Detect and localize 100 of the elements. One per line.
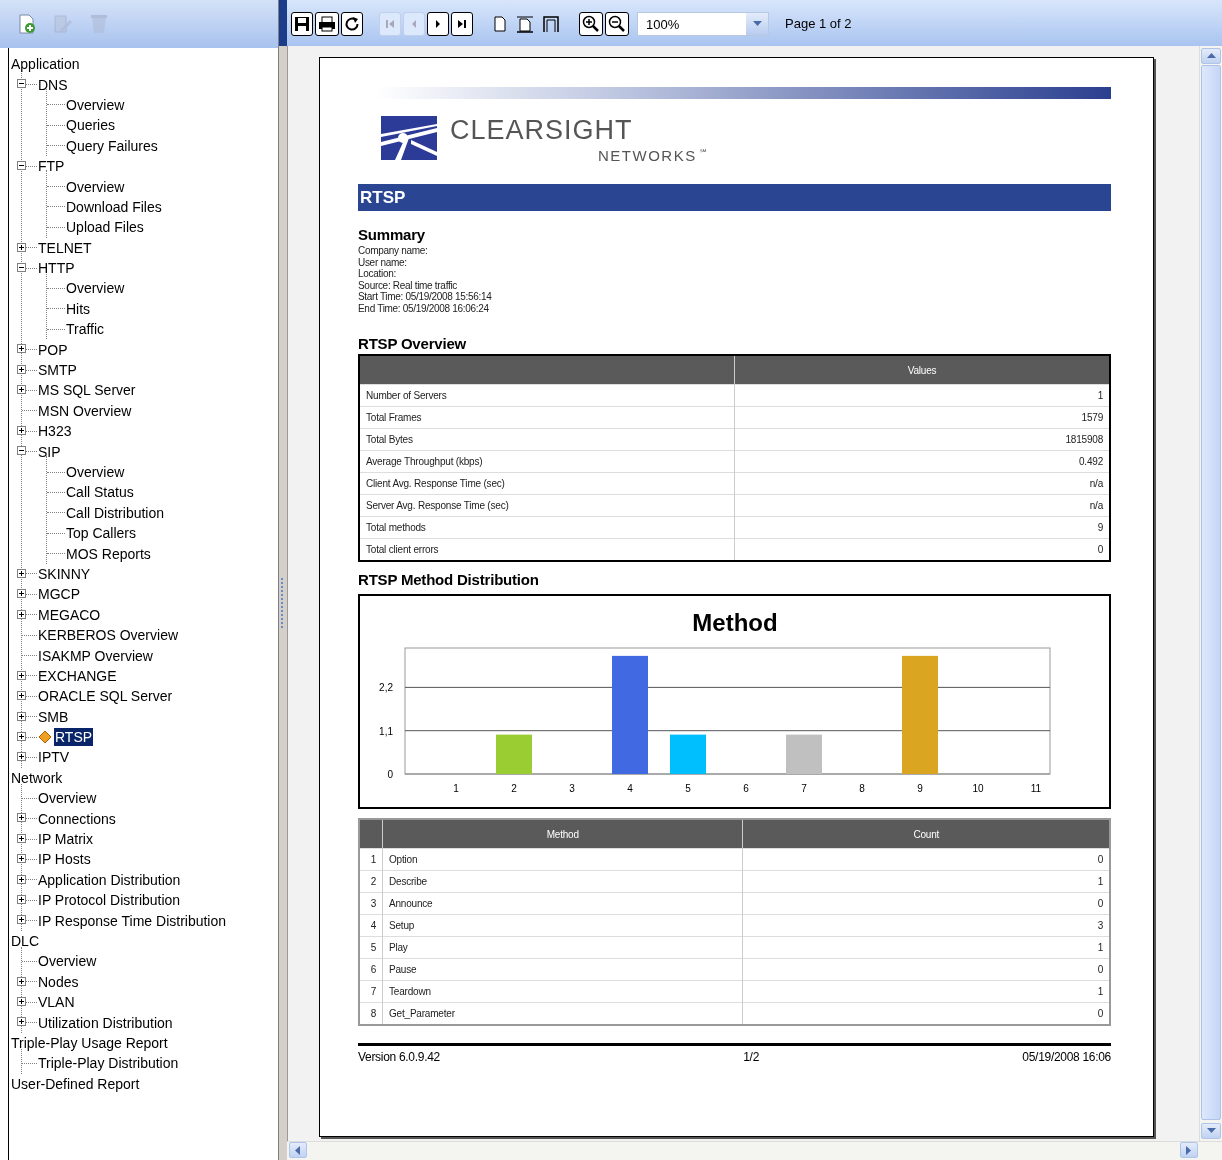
tree-item[interactable]: Overview <box>65 177 126 196</box>
tree-item[interactable]: Hits <box>65 299 92 318</box>
expand-icon[interactable] <box>17 895 26 904</box>
tree-item[interactable]: Upload Files <box>65 218 145 237</box>
tree-item[interactable]: Download Files <box>65 197 163 216</box>
tree-item[interactable]: MS SQL Server <box>37 381 137 400</box>
tree-item[interactable]: IP Response Time Distribution <box>37 911 228 930</box>
last-page-button[interactable] <box>451 12 473 36</box>
tree-item[interactable]: IP Matrix <box>37 830 94 849</box>
tree-item[interactable]: Overview <box>65 95 126 114</box>
tree-item[interactable]: Overview <box>65 279 126 298</box>
diamond-icon <box>38 730 52 745</box>
tree-item[interactable]: Queries <box>65 116 117 135</box>
tree-item[interactable]: ORACLE SQL Server <box>37 687 174 706</box>
tree-item[interactable]: DNS <box>37 75 69 94</box>
tree-item[interactable]: Overview <box>37 952 98 971</box>
tree-item[interactable]: Network <box>10 768 64 787</box>
tree-item[interactable]: SKINNY <box>37 564 92 583</box>
expand-icon[interactable] <box>17 813 26 823</box>
collapse-icon[interactable] <box>17 160 26 170</box>
save-button[interactable] <box>291 12 313 36</box>
tree-item[interactable]: Triple-Play Usage Report <box>10 1033 169 1052</box>
tree-item[interactable]: IPTV <box>37 748 71 767</box>
collapse-icon[interactable] <box>17 262 26 272</box>
expand-icon[interactable] <box>17 1017 26 1027</box>
summary-line: Company name: <box>358 245 429 257</box>
splitter-handle[interactable] <box>281 578 285 628</box>
expand-icon[interactable] <box>17 833 26 843</box>
expand-icon[interactable] <box>17 344 26 354</box>
expand-icon[interactable] <box>17 874 26 884</box>
tree-item[interactable]: EXCHANGE <box>37 666 118 685</box>
tree-item[interactable]: FTP <box>37 157 66 176</box>
expand-icon[interactable] <box>17 242 26 252</box>
expand-icon[interactable] <box>17 854 26 864</box>
tree-item[interactable]: User-Defined Report <box>10 1074 141 1093</box>
tree-item[interactable]: DLC <box>10 932 40 950</box>
new-report-button[interactable] <box>16 13 38 35</box>
vertical-scrollbar[interactable] <box>1199 46 1222 1141</box>
tree-item[interactable]: Query Failures <box>65 136 159 155</box>
collapse-icon[interactable] <box>17 79 26 89</box>
tree-item[interactable]: Connections <box>37 809 117 828</box>
tree-item[interactable]: Call Status <box>65 483 135 502</box>
tree-item[interactable]: VLAN <box>37 993 76 1012</box>
bar <box>786 734 822 774</box>
tree-item[interactable]: MEGACO <box>37 605 102 624</box>
tree-item[interactable]: KERBEROS Overview <box>37 626 180 645</box>
row-number: 1 <box>359 848 383 871</box>
axis-label: 5 <box>685 783 691 794</box>
expand-icon[interactable] <box>17 568 26 578</box>
expand-icon[interactable] <box>17 364 26 374</box>
zoom-out-button[interactable] <box>605 12 629 36</box>
tree-item[interactable]: IP Hosts <box>37 850 92 869</box>
expand-icon[interactable] <box>17 731 26 741</box>
expand-icon[interactable] <box>17 426 26 436</box>
expand-icon[interactable] <box>17 609 26 619</box>
tree-item[interactable]: SMTP <box>37 361 78 380</box>
collapse-icon[interactable] <box>17 446 26 456</box>
tree-item[interactable]: MGCP <box>37 585 81 604</box>
tree-item[interactable]: SIP <box>37 442 62 461</box>
tree-item[interactable]: MOS Reports <box>65 544 152 563</box>
summary-heading: Summary <box>358 226 426 243</box>
edit-icon <box>53 14 73 34</box>
table-cell: Server Avg. Response Time (sec) <box>359 494 735 517</box>
tree-item[interactable]: Top Callers <box>65 524 138 543</box>
expand-icon[interactable] <box>17 385 26 395</box>
expand-icon[interactable] <box>17 976 26 986</box>
next-page-button[interactable] <box>427 12 449 36</box>
tree-item[interactable]: HTTP <box>37 259 76 278</box>
tree-item[interactable]: RTSP <box>54 728 94 747</box>
table-cell: Total Bytes <box>359 428 735 451</box>
expand-icon[interactable] <box>17 711 26 721</box>
tree-item[interactable]: Application <box>10 55 81 74</box>
tree-item[interactable]: Application Distribution <box>37 870 182 889</box>
expand-icon[interactable] <box>17 915 26 925</box>
expand-icon[interactable] <box>17 691 26 701</box>
horizontal-scrollbar[interactable] <box>287 1141 1222 1160</box>
tree-item[interactable]: SMB <box>37 707 70 726</box>
table-cell: Total methods <box>359 516 735 539</box>
tree-item[interactable]: Nodes <box>37 972 80 991</box>
tree-item[interactable]: MSN Overview <box>37 401 133 420</box>
tree-item[interactable]: ISAKMP Overview <box>37 646 154 665</box>
expand-icon[interactable] <box>17 752 26 762</box>
print-button[interactable] <box>315 12 339 36</box>
tree-item[interactable]: Utilization Distribution <box>37 1013 174 1032</box>
expand-icon[interactable] <box>17 589 26 599</box>
tree-item[interactable]: POP <box>37 340 69 359</box>
tree-item[interactable]: Overview <box>37 789 98 808</box>
zoom-dropdown[interactable]: 100% <box>637 12 769 36</box>
tree-item[interactable]: H323 <box>37 422 73 441</box>
expand-icon[interactable] <box>17 996 26 1006</box>
tree-item[interactable]: IP Protocol Distribution <box>37 891 182 910</box>
page-width-icon <box>516 15 534 33</box>
tree-item[interactable]: Triple-Play Distribution <box>37 1054 180 1073</box>
tree-item[interactable]: Overview <box>65 463 126 481</box>
zoom-in-button[interactable] <box>579 12 603 36</box>
tree-item[interactable]: TELNET <box>37 238 93 257</box>
tree-item[interactable]: Call Distribution <box>65 503 166 522</box>
tree-item[interactable]: Traffic <box>65 320 106 339</box>
refresh-button[interactable] <box>341 12 363 36</box>
expand-icon[interactable] <box>17 670 26 680</box>
